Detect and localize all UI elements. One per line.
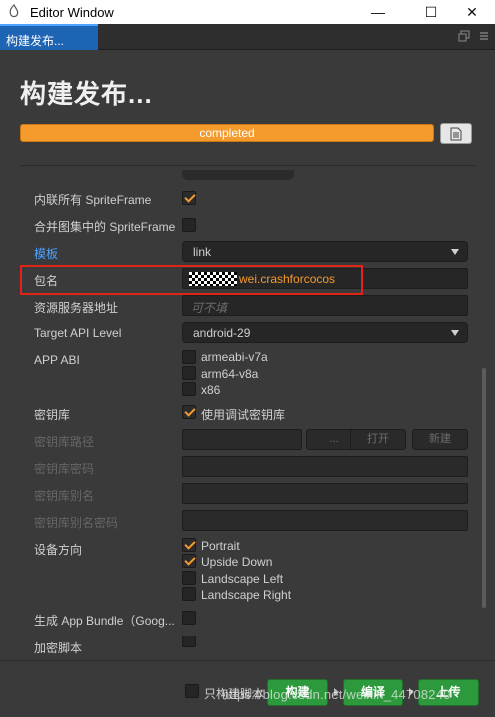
orientation-option-label: Landscape Left [201,572,284,586]
keystore-path-label: 密钥库路径 [34,435,95,449]
app-bundle-checkbox[interactable] [182,611,196,625]
abi-armeabi-v7a-checkbox[interactable] [182,350,196,364]
encrypt-script-label: 加密脚本 [34,641,83,655]
new-keystore-button[interactable]: 新建 [412,429,468,450]
scrollbar[interactable] [482,368,486,608]
keystore-label: 密钥库 [34,408,71,422]
orientation-option-label: Upside Down [201,555,273,569]
watermark-text: https://blog.csdn.net/weixin_44708240 [222,687,451,702]
open-keystore-button[interactable]: 打开 [350,429,406,450]
orientation-upside-down-checkbox[interactable] [182,554,196,568]
tab-strip: 构建发布... [0,24,495,50]
abi-option-label: armeabi-v7a [201,350,268,364]
resource-server-input[interactable]: 可不填 [182,295,468,316]
use-debug-keystore-label: 使用调试密钥库 [201,408,286,422]
keystore-password-label: 密钥库密码 [34,462,95,476]
keystore-alias-label: 密钥库别名 [34,489,95,503]
resource-server-label: 资源服务器地址 [34,301,119,315]
abi-arm64-v8a-checkbox[interactable] [182,366,196,380]
keystore-alias-password-input[interactable] [182,510,468,531]
divider [0,660,495,661]
orientation-option-label: Portrait [201,539,240,553]
document-icon [450,127,462,140]
template-label[interactable]: 模板 [34,245,58,262]
orientation-landscape-left-checkbox[interactable] [182,571,196,585]
inline-spriteframe-label: 内联所有 SpriteFrame [34,193,152,207]
popout-icon[interactable] [458,30,470,42]
orientation-portrait-checkbox[interactable] [182,538,196,552]
chevron-down-icon [451,330,459,336]
only-build-script-checkbox[interactable] [185,684,199,698]
abi-x86-checkbox[interactable] [182,382,196,396]
use-debug-keystore-checkbox[interactable] [182,405,196,419]
clipped-row: 加密脚本 [0,636,495,660]
maximize-button[interactable]: ☐ [408,0,454,24]
page-title: 构建发布... [20,79,153,109]
merge-spriteframe-label: 合并图集中的 SpriteFrame [34,220,176,234]
highlight-box [20,265,363,295]
open-log-button[interactable] [440,123,472,144]
app-abi-label: APP ABI [34,353,80,367]
scroll-indicator [182,170,294,180]
orientation-landscape-right-checkbox[interactable] [182,587,196,601]
orientation-option-label: Landscape Right [201,588,292,602]
keystore-path-input[interactable] [182,429,302,450]
chevron-down-icon [451,249,459,255]
encrypt-script-checkbox[interactable] [182,636,196,647]
keystore-password-input[interactable] [182,456,468,477]
menu-icon[interactable] [478,30,490,42]
close-button[interactable]: ✕ [449,0,495,24]
app-bundle-label: 生成 App Bundle（Goog... [34,614,175,628]
target-api-select[interactable]: android-29 [182,322,468,343]
orientation-label: 设备方向 [34,543,83,557]
tab-build-publish[interactable]: 构建发布... [0,24,98,50]
keystore-alias-input[interactable] [182,483,468,504]
keystore-alias-password-label: 密钥库别名密码 [34,516,119,530]
window-titlebar: Editor Window — ☐ ✕ [0,0,495,24]
target-api-value: android-29 [193,326,251,340]
build-progress-bar: completed [20,124,434,142]
inline-spriteframe-checkbox[interactable] [182,191,196,205]
divider [20,165,475,166]
abi-option-label: x86 [201,383,221,397]
target-api-label: Target API Level [34,326,122,340]
minimize-button[interactable]: — [355,0,401,24]
template-value: link [193,245,212,259]
merge-spriteframe-checkbox[interactable] [182,218,196,232]
window-title: Editor Window [30,4,114,20]
template-select[interactable]: link [182,241,468,262]
abi-option-label: arm64-v8a [201,367,259,381]
app-logo-icon [9,4,19,18]
